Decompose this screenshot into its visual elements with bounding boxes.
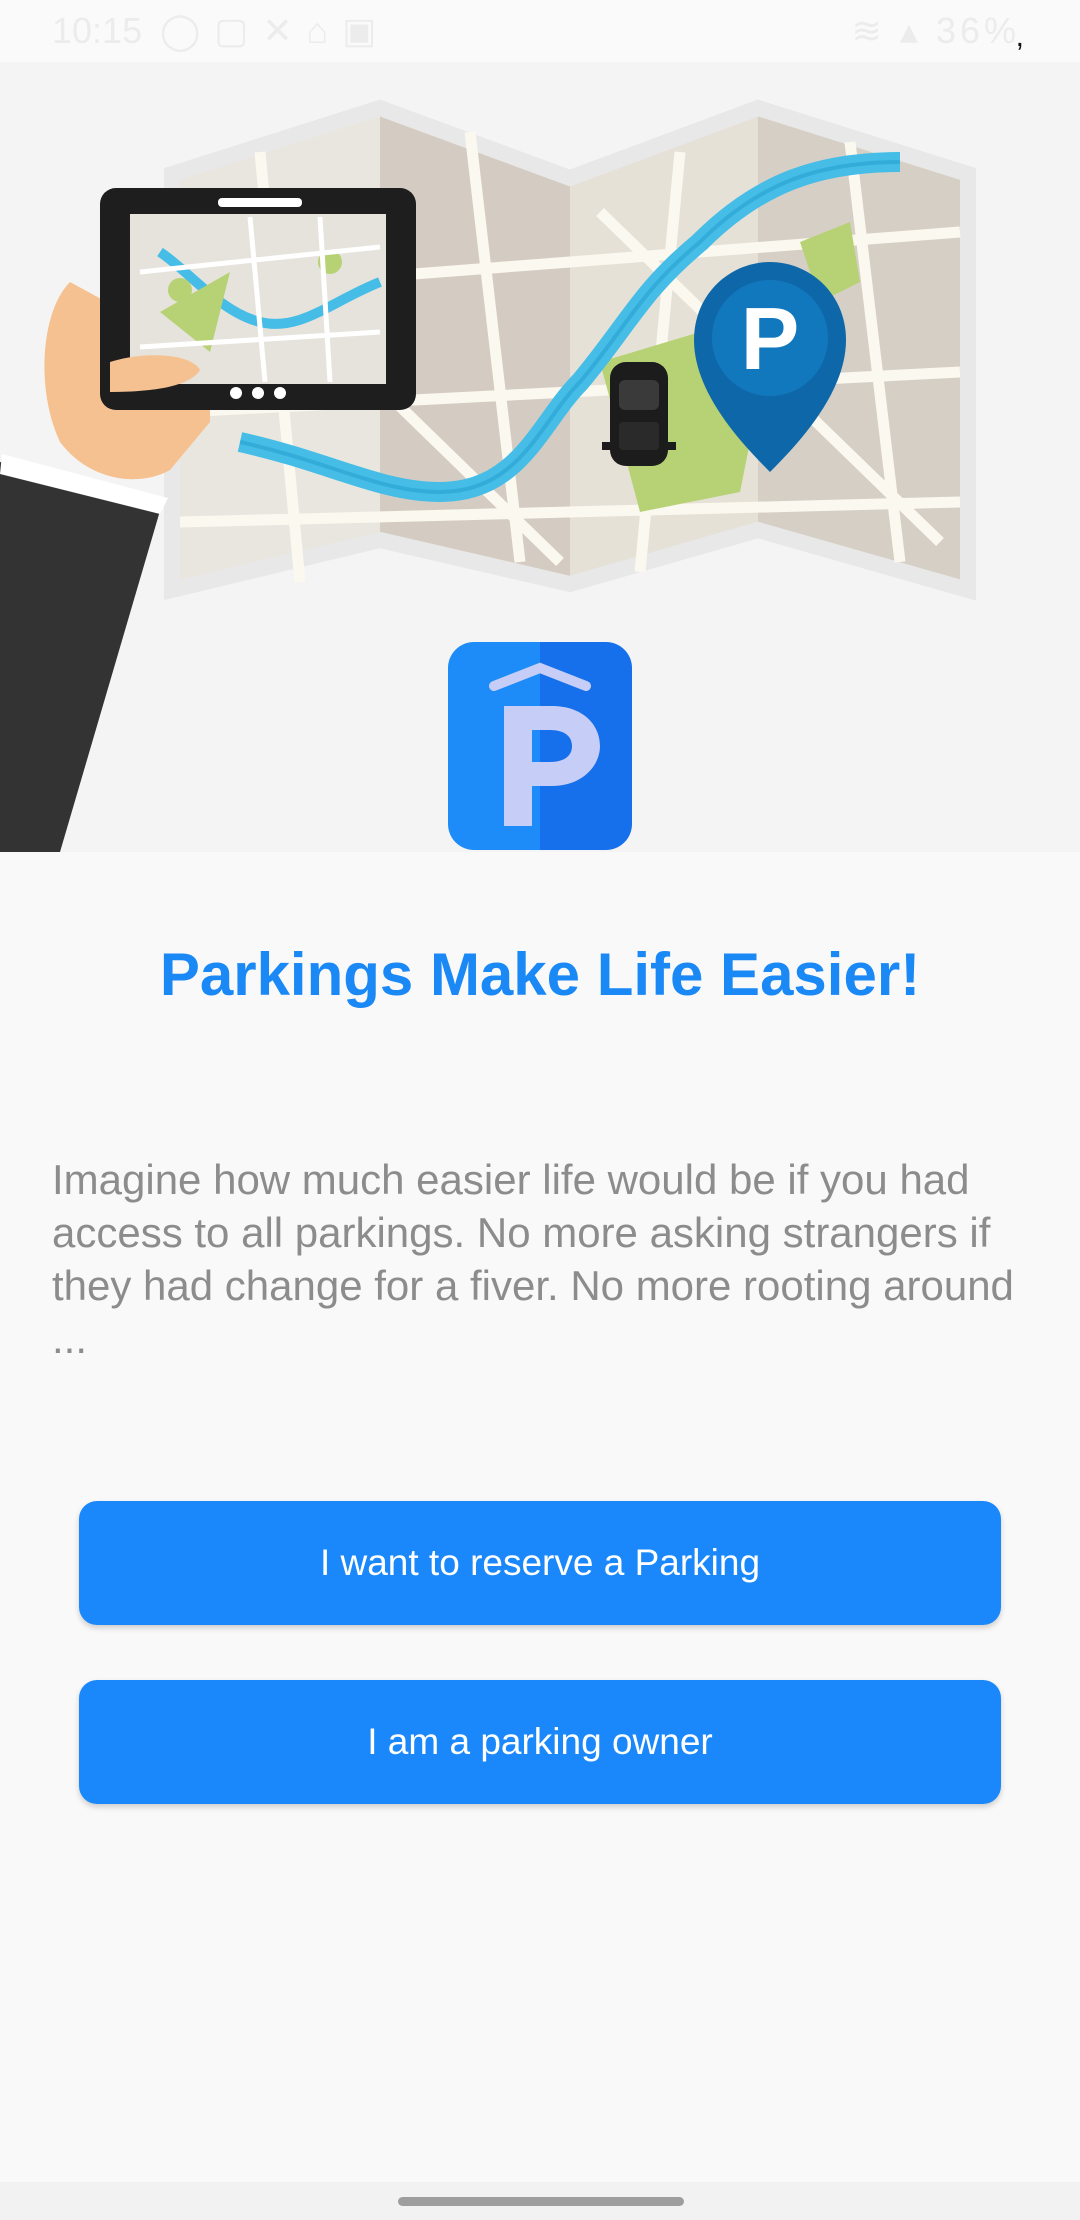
gallery-icon: ▣ [342, 10, 391, 51]
intro-description: Imagine how much easier life would be if… [52, 1156, 1014, 1362]
car-icon [602, 362, 676, 466]
status-bar: 10:15 ◯▢✕⌂▣ ≋ ▴ 36% , [0, 0, 1080, 62]
reserve-parking-button[interactable]: I want to reserve a Parking [79, 1501, 1001, 1625]
app-logo: P [448, 642, 632, 850]
battery-icon: , [1015, 20, 1024, 53]
signal-icon: ▴ [899, 10, 922, 51]
status-right: ≋ ▴ 36% [852, 10, 1020, 52]
pin-letter: P [741, 289, 800, 388]
suit-sleeve [0, 462, 162, 852]
parking-owner-button[interactable]: I am a parking owner [79, 1680, 1001, 1804]
whatsapp-icon: ◯ [160, 10, 215, 51]
x-icon: ✕ [262, 10, 307, 51]
home-indicator[interactable] [398, 2197, 684, 2206]
parking-logo-icon: P [448, 642, 632, 850]
instagram-icon: ▢ [214, 10, 263, 51]
page-title: Parkings Make Life Easier! [159, 941, 921, 1008]
status-time: 10:15 [52, 10, 143, 51]
battery-level: 36% [935, 10, 1020, 51]
home-icon: ⌂ [306, 10, 343, 51]
hero-illustration: P P [0, 62, 1080, 852]
navigation-bar [0, 2182, 1080, 2220]
wifi-icon: ≋ [851, 10, 886, 51]
notification-icons: ◯▢✕⌂▣ [160, 10, 390, 52]
